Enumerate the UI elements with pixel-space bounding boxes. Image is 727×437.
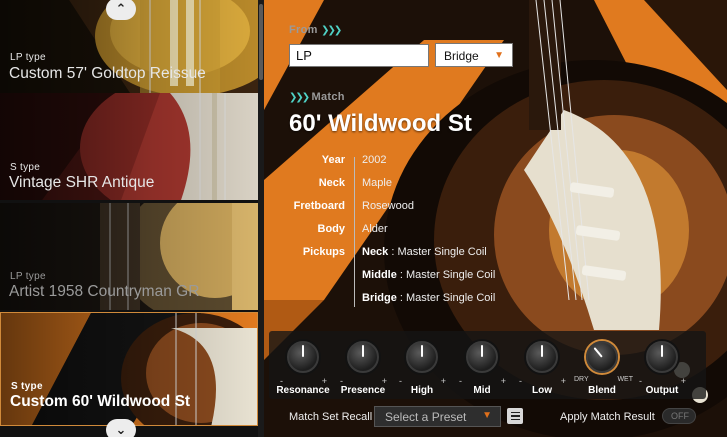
guitar-name: Custom 60' Wildwood St: [10, 393, 191, 410]
knob-dial[interactable]: [347, 341, 379, 373]
pickup-position: Middle: [362, 269, 397, 281]
knob-label: Blend: [588, 385, 616, 396]
pickup-model: Master Single Coil: [397, 246, 487, 258]
knob-dial[interactable]: [646, 341, 678, 373]
knob-presence[interactable]: - + Presence: [335, 339, 391, 399]
pickup-separator: :: [396, 292, 407, 304]
knob-dial[interactable]: [406, 341, 438, 373]
pickup-select[interactable]: Bridge ▼: [435, 43, 513, 67]
knob-resonance[interactable]: - + Resonance: [275, 339, 331, 399]
spec-value: Bridge : Master Single Coil: [362, 292, 495, 304]
from-label: From: [289, 24, 318, 36]
guitar-list-item[interactable]: S type Vintage SHR Antique: [0, 93, 258, 200]
knob-high[interactable]: - + High: [394, 339, 450, 399]
match-panel: From ❯❯❯ Bridge ▼ ❯❯❯ Match 60' Wildwood…: [264, 0, 727, 437]
knob-output[interactable]: - + Output: [634, 339, 690, 399]
guitar-list-item[interactable]: LP type Artist 1958 Countryman GR: [0, 203, 258, 310]
hamburger-line: [510, 418, 520, 421]
guitar-list-item-selected[interactable]: S type Custom 60' Wildwood St: [0, 312, 258, 426]
pickup-separator: :: [396, 269, 407, 281]
knob-dial[interactable]: [526, 341, 558, 373]
caret-down-icon: ▼: [494, 50, 504, 61]
spec-value: Neck : Master Single Coil: [362, 246, 487, 258]
pickup-position: Neck: [362, 246, 389, 258]
chevrons-right-icon: ❯❯❯: [289, 92, 310, 103]
from-guitar-input[interactable]: [289, 44, 429, 67]
knob-label: Resonance: [276, 385, 330, 396]
caret-down-icon: ▼: [482, 410, 492, 421]
hamburger-line: [510, 415, 520, 417]
apply-match-result-label: Apply Match Result: [560, 411, 655, 423]
preset-select[interactable]: Select a Preset ▼: [374, 406, 501, 427]
match-label-group: ❯❯❯ Match: [289, 91, 345, 103]
spec-divider: [354, 157, 355, 307]
knob-dial[interactable]: [466, 341, 498, 373]
preset-menu-button[interactable]: [507, 408, 523, 424]
knob-dial[interactable]: [287, 341, 319, 373]
tone-knob-panel: - + Resonance - + Presence - + High - + …: [269, 331, 706, 399]
guitar-name: Vintage SHR Antique: [9, 174, 155, 191]
pickup-select-value: Bridge: [444, 49, 479, 63]
scroll-down-button[interactable]: ⌄: [106, 419, 136, 437]
spec-value: 2002: [362, 154, 387, 166]
guitar-name: Artist 1958 Countryman GR: [9, 283, 200, 300]
spec-value: Middle : Master Single Coil: [362, 269, 495, 281]
preset-select-placeholder: Select a Preset: [385, 410, 467, 424]
spec-key: Pickups: [302, 246, 345, 258]
match-set-recall-label: Match Set Recall: [289, 411, 373, 423]
guitar-type: LP type: [10, 52, 46, 63]
match-label: Match: [311, 91, 345, 103]
spec-key: Neck: [318, 177, 345, 189]
pickup-model: Master Single Coil: [406, 269, 496, 281]
apply-match-result-toggle[interactable]: OFF: [662, 408, 696, 424]
knob-label: Presence: [340, 385, 386, 396]
pickup-position: Bridge: [362, 292, 397, 304]
spec-key: Fretboard: [293, 200, 345, 212]
knob-label: High: [410, 385, 434, 396]
chevrons-right-icon: ❯❯❯: [321, 25, 342, 36]
knob-min-label: DRY: [574, 376, 589, 383]
hamburger-menu-icon: [510, 411, 520, 414]
knob-label: Output: [645, 385, 679, 396]
from-label-group: From ❯❯❯: [289, 24, 342, 36]
pickup-model: Master Single Coil: [406, 292, 496, 304]
chevron-down-icon: ⌄: [115, 422, 127, 437]
knob-max-label: WET: [617, 376, 633, 383]
spec-value: Alder: [362, 223, 388, 235]
guitar-type: S type: [11, 381, 43, 392]
spec-key: Body: [317, 223, 346, 235]
knob-label: Low: [532, 385, 552, 396]
guitar-type: S type: [10, 162, 41, 173]
knob-label: Mid: [473, 385, 491, 396]
match-title: 60' Wildwood St: [289, 110, 472, 137]
scrollbar-thumb[interactable]: [259, 4, 263, 80]
guitar-type: LP type: [10, 271, 46, 282]
spec-key: Year: [321, 154, 345, 166]
knob-dial[interactable]: [586, 341, 618, 373]
spec-value: Rosewood: [362, 200, 414, 212]
knob-blend[interactable]: DRY WET Blend: [574, 339, 633, 399]
spec-value: Maple: [362, 177, 392, 189]
guitar-list[interactable]: LP type Custom 57' Goldtop Reissue S typ…: [0, 0, 258, 437]
chevron-up-icon: ⌃: [115, 1, 127, 16]
scroll-up-button[interactable]: ⌃: [106, 0, 136, 20]
knob-low[interactable]: - + Low: [514, 339, 570, 399]
knob-mid[interactable]: - + Mid: [454, 339, 510, 399]
guitar-name: Custom 57' Goldtop Reissue: [9, 65, 206, 82]
